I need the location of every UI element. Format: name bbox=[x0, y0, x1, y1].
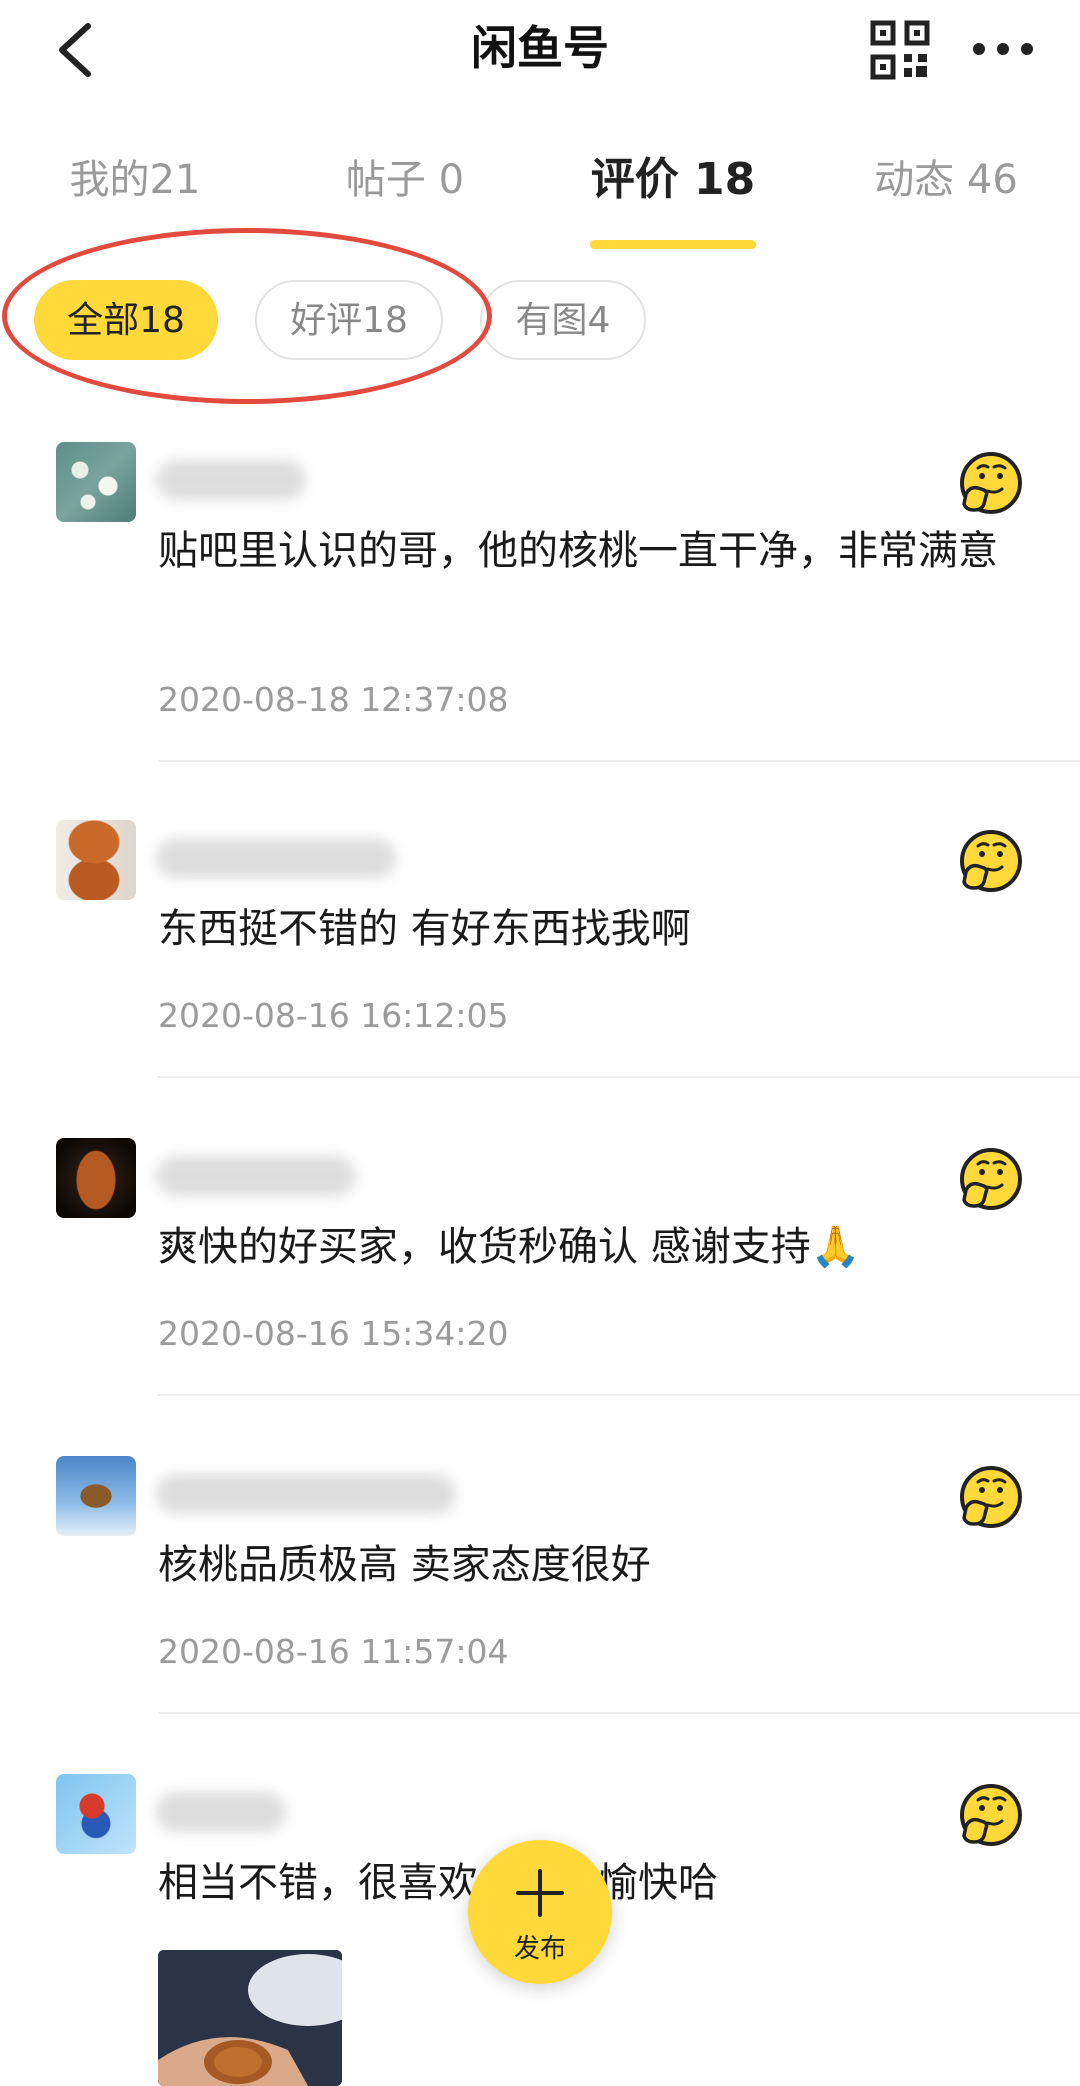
review-text: 核桃品质极高 卖家态度很好 bbox=[158, 1542, 651, 1588]
active-tab-indicator bbox=[590, 240, 756, 249]
avatar[interactable] bbox=[56, 820, 136, 900]
review-photo[interactable] bbox=[158, 1950, 342, 2086]
review-text: 贴吧里认识的哥，他的核桃一直干净，非常满意 bbox=[158, 528, 998, 574]
review-text: 爽快的好买家，收货秒确认 感谢支持🙏 bbox=[158, 1224, 861, 1270]
review-item: 贴吧里认识的哥，他的核桃一直干净，非常满意 2020-08-18 12:37:0… bbox=[0, 442, 1080, 762]
avatar[interactable] bbox=[56, 442, 136, 522]
publish-label: 发布 bbox=[513, 1934, 566, 1964]
qr-code-icon[interactable] bbox=[870, 20, 930, 80]
filter-all-chip[interactable]: 全部18 bbox=[34, 280, 218, 360]
thinking-face-icon bbox=[960, 452, 1022, 514]
plus-icon bbox=[516, 1869, 564, 1917]
top-nav-bar: 闲鱼号 bbox=[0, 0, 1080, 100]
filter-positive-chip[interactable]: 好评18 bbox=[255, 280, 443, 360]
divider bbox=[158, 1712, 1080, 1714]
review-item: 爽快的好买家，收货秒确认 感谢支持🙏 2020-08-16 15:34:20 bbox=[0, 1138, 1080, 1398]
divider bbox=[158, 760, 1080, 762]
thinking-face-icon bbox=[960, 1784, 1022, 1846]
review-timestamp: 2020-08-16 15:34:20 bbox=[158, 1314, 509, 1353]
tab-activity[interactable]: 动态 46 bbox=[866, 140, 1026, 220]
divider bbox=[158, 1394, 1080, 1396]
more-dots-icon[interactable] bbox=[970, 26, 1036, 72]
blurred-username bbox=[156, 1474, 456, 1514]
review-text: 东西挺不错的 有好东西找我啊 bbox=[158, 906, 691, 952]
avatar[interactable] bbox=[56, 1774, 136, 1854]
thinking-face-icon bbox=[960, 830, 1022, 892]
blurred-username bbox=[156, 838, 396, 878]
divider bbox=[158, 1076, 1080, 1078]
tab-reviews[interactable]: 评价 18 bbox=[580, 140, 766, 220]
review-filter-row: 全部18 好评18 有图4 bbox=[0, 270, 1080, 370]
blurred-username bbox=[156, 460, 306, 500]
tab-posts[interactable]: 帖子 0 bbox=[330, 140, 480, 220]
avatar[interactable] bbox=[56, 1138, 136, 1218]
thinking-face-icon bbox=[960, 1466, 1022, 1528]
blurred-username bbox=[156, 1792, 286, 1832]
profile-tabs: 我的21 帖子 0 评价 18 动态 46 bbox=[0, 140, 1080, 250]
filter-with-photo-chip[interactable]: 有图4 bbox=[480, 280, 646, 360]
publish-button[interactable]: 发布 bbox=[468, 1840, 612, 1984]
review-timestamp: 2020-08-18 12:37:08 bbox=[158, 680, 509, 719]
blurred-username bbox=[156, 1156, 356, 1196]
review-timestamp: 2020-08-16 16:12:05 bbox=[158, 996, 509, 1035]
walnut-photo-icon bbox=[158, 1950, 342, 2086]
review-timestamp: 2020-08-16 11:57:04 bbox=[158, 1632, 509, 1671]
thinking-face-icon bbox=[960, 1148, 1022, 1210]
tab-mine[interactable]: 我的21 bbox=[50, 140, 220, 220]
review-item: 核桃品质极高 卖家态度很好 2020-08-16 11:57:04 bbox=[0, 1456, 1080, 1716]
review-item: 东西挺不错的 有好东西找我啊 2020-08-16 16:12:05 bbox=[0, 820, 1080, 1080]
avatar[interactable] bbox=[56, 1456, 136, 1536]
